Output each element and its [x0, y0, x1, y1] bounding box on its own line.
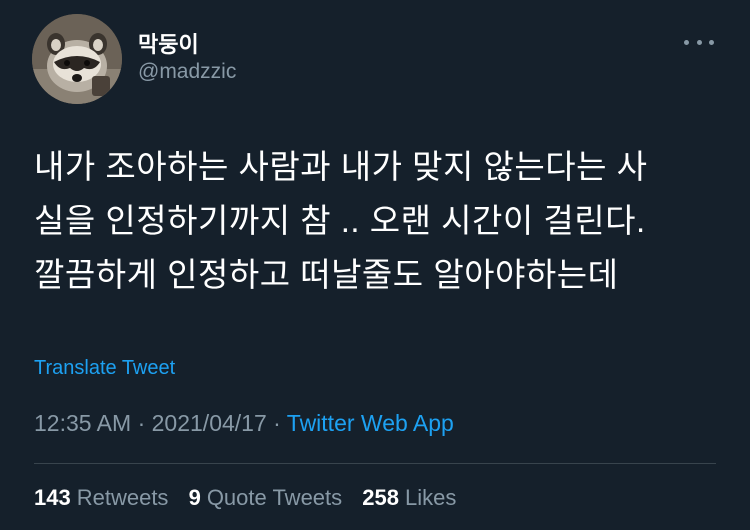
- divider: [34, 463, 716, 464]
- meta-separator: ·: [273, 410, 287, 436]
- likes-count: 258: [362, 485, 399, 510]
- translate-tweet-link[interactable]: Translate Tweet: [34, 357, 175, 380]
- tweet-text: 내가 조아하는 사람과 내가 맞지 않는다는 사 실을 인정하기까지 참 .. …: [34, 140, 724, 302]
- tweet-stats: 143 Retweets 9 Quote Tweets 258 Likes: [34, 485, 470, 511]
- likes-label: Likes: [405, 485, 457, 510]
- tweet-date[interactable]: 2021/04/17: [152, 410, 267, 436]
- avatar[interactable]: [32, 14, 122, 104]
- tweet-meta: 12:35 AM · 2021/04/17 · Twitter Web App: [34, 410, 454, 437]
- tweet-card: 막둥이 @madzzic 내가 조아하는 사람과 내가 맞지 않는다는 사 실을…: [0, 0, 750, 530]
- quote-tweets-stat[interactable]: 9 Quote Tweets: [189, 485, 343, 510]
- meta-separator: ·: [137, 410, 152, 436]
- tweet-text-line: 내가 조아하는 사람과 내가 맞지 않는다는 사: [34, 148, 648, 185]
- retweets-label: Retweets: [76, 485, 169, 510]
- retweets-count: 143: [34, 485, 71, 510]
- retweets-stat[interactable]: 143 Retweets: [34, 485, 168, 510]
- raccoon-avatar-image: [32, 14, 122, 104]
- tweet-text-line: 깔끔하게 인정하고 떠날줄도 알아야하는데: [34, 256, 619, 293]
- user-handle[interactable]: @madzzic: [138, 60, 236, 84]
- tweet-text-line: 실을 인정하기까지 참 .. 오랜 시간이 걸린다.: [34, 202, 646, 239]
- dot: [696, 39, 702, 45]
- display-name[interactable]: 막둥이: [138, 27, 199, 59]
- tweet-time[interactable]: 12:35 AM: [34, 410, 131, 436]
- tweet-source-link[interactable]: Twitter Web App: [287, 410, 454, 436]
- quotes-count: 9: [188, 485, 201, 510]
- quotes-label: Quote Tweets: [206, 485, 343, 510]
- more-horizontal-icon[interactable]: [684, 32, 714, 52]
- likes-stat[interactable]: 258 Likes: [362, 485, 456, 510]
- dot: [684, 39, 689, 45]
- dot: [709, 39, 714, 45]
